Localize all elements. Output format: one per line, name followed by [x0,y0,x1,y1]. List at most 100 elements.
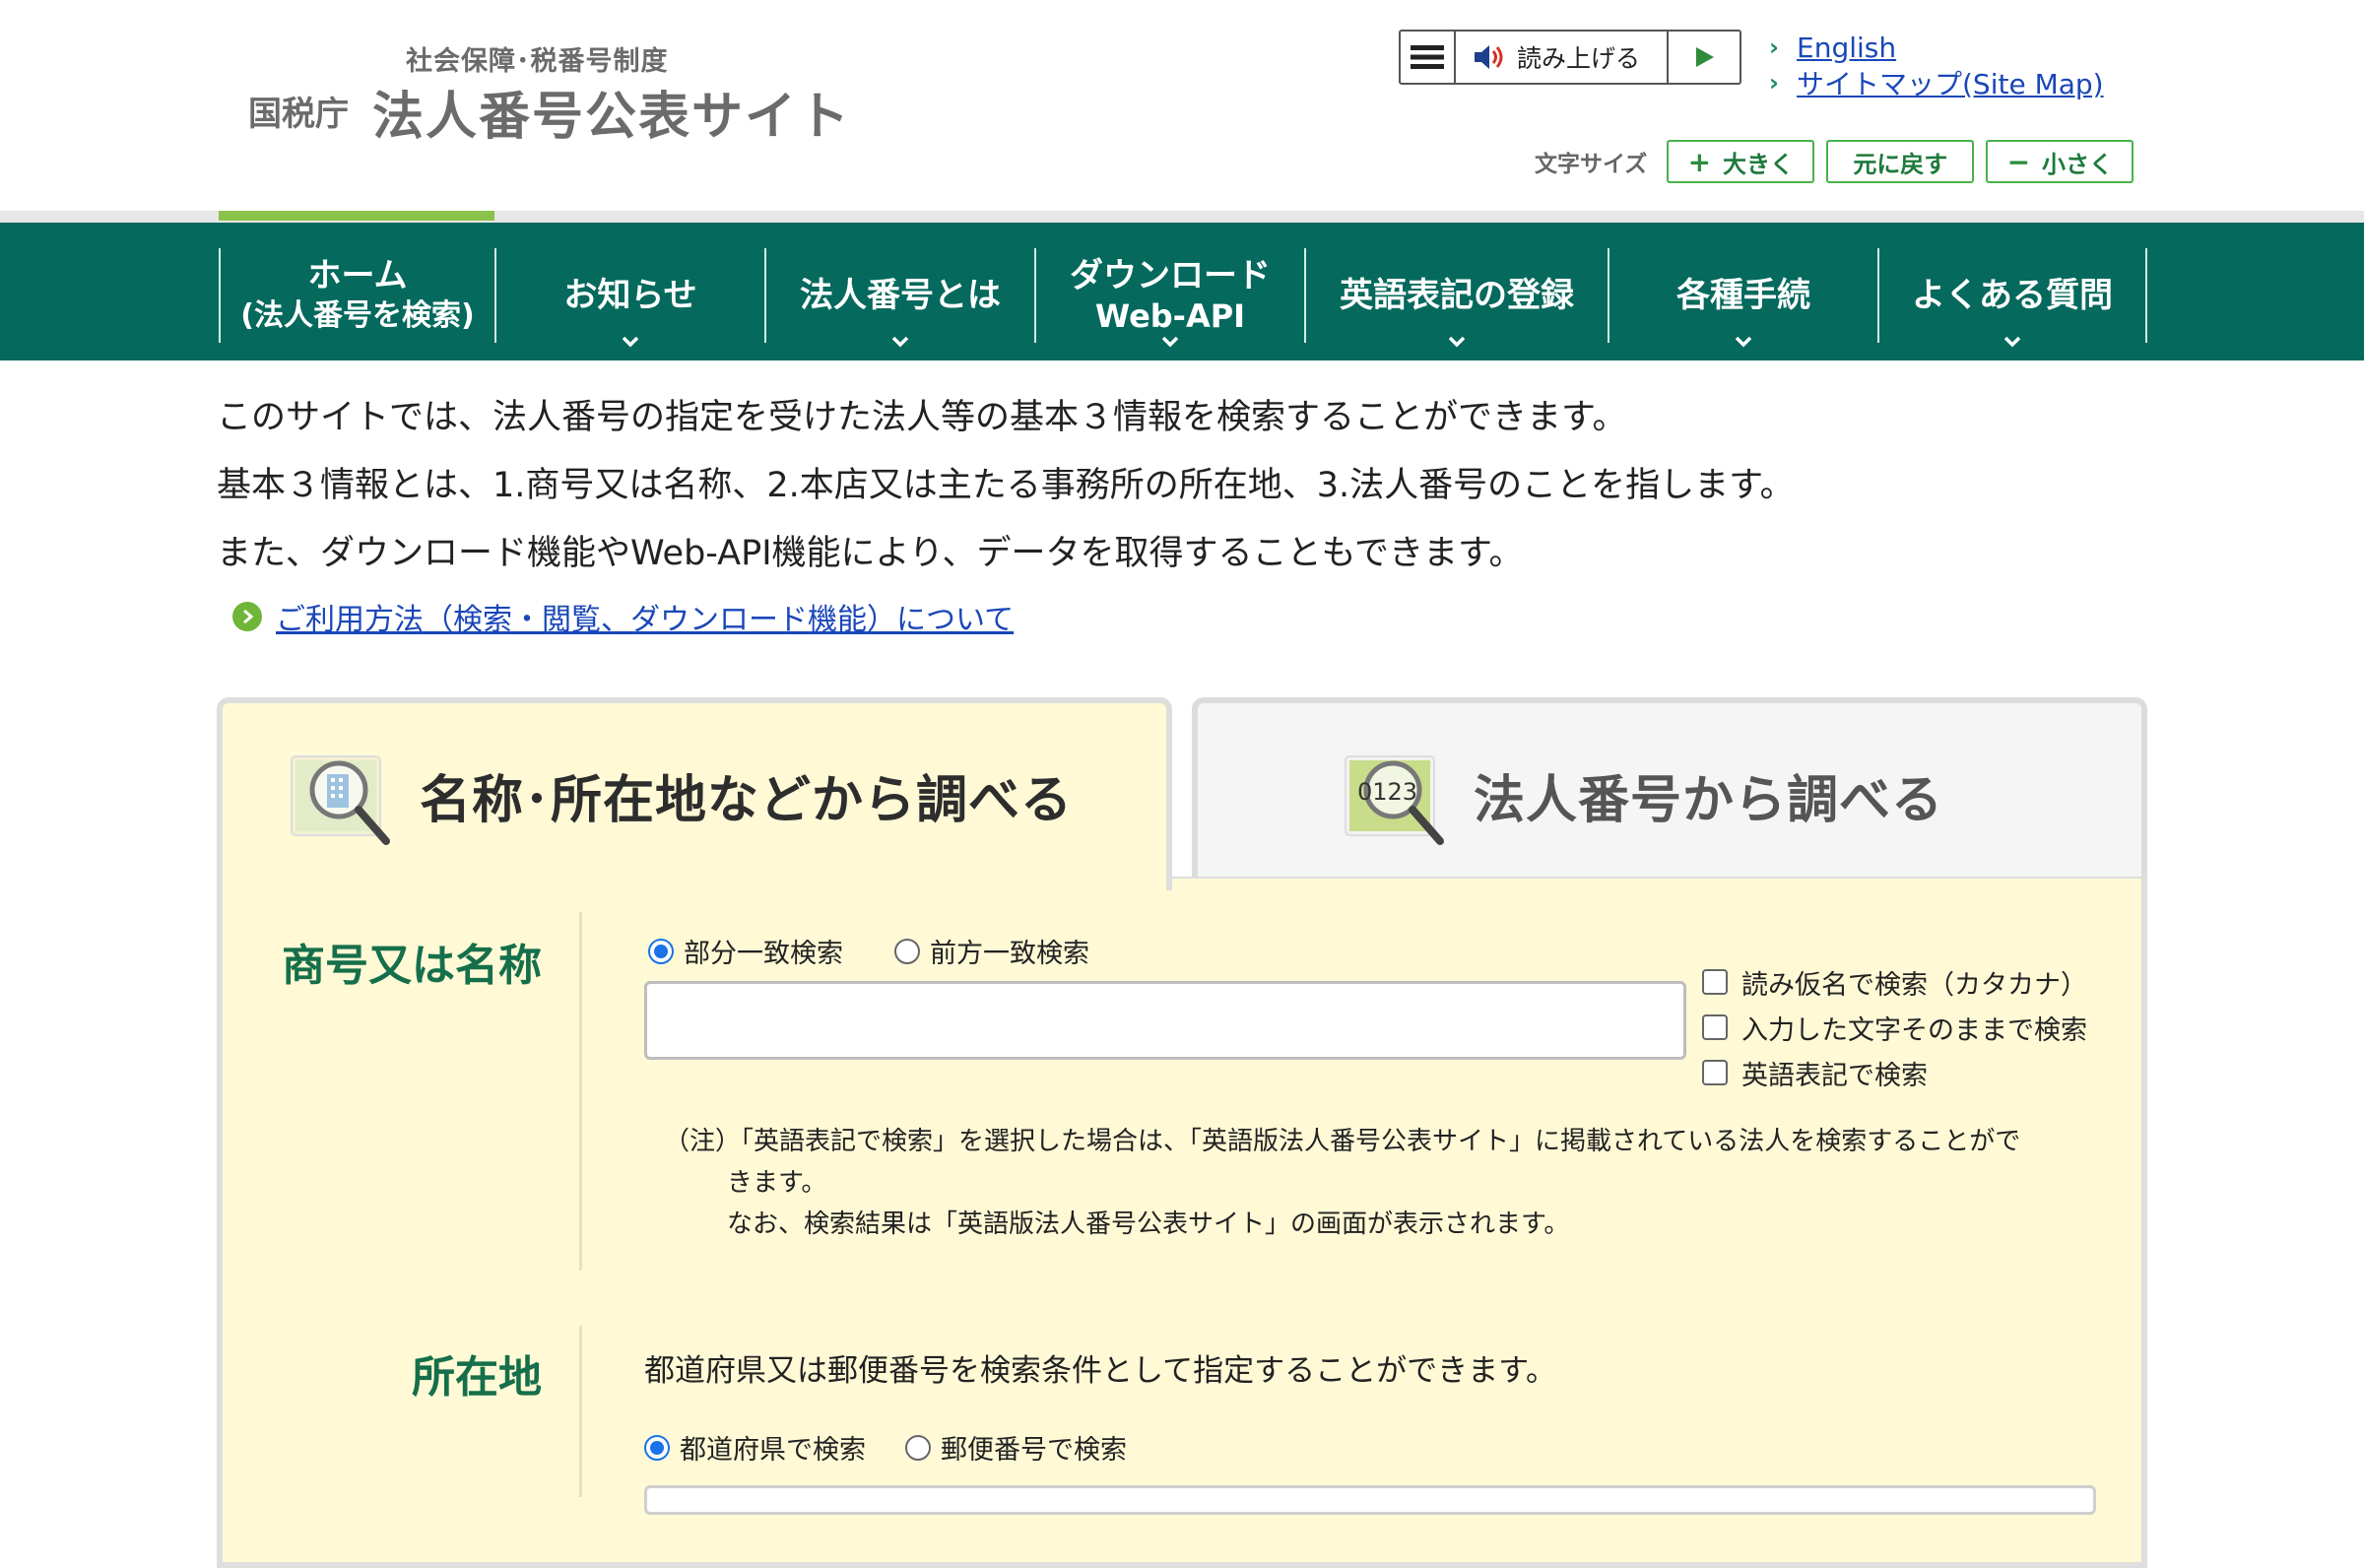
radio-selected-icon [644,1434,670,1461]
font-size-label: 文字サイズ [1535,152,1648,177]
chevron-down-icon [2003,336,2021,348]
radio-label: 前方一致検索 [930,939,1089,969]
postal-code-radio[interactable]: 郵便番号で検索 [905,1428,1127,1467]
nav-item-about[interactable]: 法人番号とは [764,248,1034,348]
font-larger-label: 大きく [1723,150,1795,178]
tab-label: 名称･所在地などから調べる [420,771,1074,830]
read-aloud-button[interactable]: 読み上げる [1456,32,1669,83]
note-line: きます。 [727,1168,827,1198]
nav-item-english-registration[interactable]: 英語表記の登録 [1304,248,1608,348]
minus-icon: − [2006,145,2031,178]
logo-site-name: 法人番号公表サイト [372,88,852,147]
nav-item-home[interactable]: ホーム (法人番号を検索) [219,248,494,343]
font-smaller-button[interactable]: − 小さく [1986,140,2134,183]
prefix-match-radio[interactable]: 前方一致検索 [894,932,1089,970]
exact-text-checkbox[interactable]: 入力した文字そのままで検索 [1702,1005,2087,1050]
checkbox-label: 英語表記で検索 [1741,1060,1928,1091]
radio-label: 都道府県で検索 [680,1435,866,1466]
logo-subtitle: 社会保障･税番号制度 [406,46,669,77]
checkbox-icon [1702,1060,1728,1085]
chevron-right-icon: › [1769,33,1779,61]
tab-label: 法人番号から調べる [1474,771,1944,830]
checkbox-icon [1702,969,1728,995]
number-icon-text: 0123 [1357,778,1417,806]
chevron-right-icon: › [1769,69,1779,97]
nav-item-label: 英語表記の登録 [1340,276,1574,315]
chevron-down-icon [1161,336,1179,348]
hamburger-icon [1411,45,1444,69]
intro-line: このサイトでは、法人番号の指定を受けた法人等の基本３情報を検索することができます… [217,398,1627,437]
howto-link-row: ご利用方法（検索・閲覧、ダウンロード機能）について [232,595,1014,638]
location-section-label: 所在地 [412,1352,542,1403]
nav-item-procedures[interactable]: 各種手続 [1608,248,1877,348]
chevron-down-icon [622,336,639,348]
sitemap-link[interactable]: サイトマップ(Site Map) [1797,63,2104,102]
nav-item-news[interactable]: お知らせ [494,248,764,348]
name-section-label: 商号又は名称 [282,941,542,991]
english-link-item: › English [1769,30,2104,65]
play-button[interactable] [1669,32,1740,83]
sitemap-link-item: › サイトマップ(Site Map) [1769,65,2104,100]
intro-line: 基本３情報とは、1.商号又は名称、2.本店又は主たる事務所の所在地、3.法人番号… [217,466,1795,505]
site-header: 社会保障･税番号制度 国税庁 法人番号公表サイト 読み上げる › English… [0,0,2364,211]
radio-label: 郵便番号で検索 [941,1435,1127,1466]
prefecture-radio[interactable]: 都道府県で検索 [644,1428,866,1467]
kana-search-checkbox[interactable]: 読み仮名で検索（カタカナ） [1702,959,2087,1005]
logo-agency: 国税庁 [248,95,349,134]
howto-link[interactable]: ご利用方法（検索・閲覧、ダウンロード機能）について [276,595,1014,638]
checkbox-label: 読み仮名で検索（カタカナ） [1741,969,2087,1001]
english-search-note: （注）「英語表記で検索」を選択した場合は、「英語版法人番号公表サイト」に掲載され… [664,1121,2102,1245]
tab-search-by-name[interactable]: 名称･所在地などから調べる [217,697,1172,890]
font-larger-button[interactable]: + 大きく [1667,140,1815,183]
radio-unselected-icon [905,1434,931,1461]
header-links: › English › サイトマップ(Site Map) [1769,30,2104,101]
checkbox-icon [1702,1014,1728,1040]
speech-toolbar: 読み上げる [1399,30,1741,85]
font-reset-button[interactable]: 元に戻す [1826,140,1975,183]
nav-item-label: お知らせ [563,276,697,315]
note-line: （注）「英語表記で検索」を選択した場合は、「英語版法人番号公表サイト」に掲載され… [664,1127,2021,1156]
nav-item-sublabel: (法人番号を検索) [240,298,475,333]
nav-active-indicator [219,211,494,221]
building-search-icon [291,755,390,845]
font-size-controls: 文字サイズ + 大きく 元に戻す − 小さく [1535,140,2134,183]
arrow-circle-icon [232,602,262,631]
speech-menu-button[interactable] [1401,32,1456,83]
plus-icon: + [1687,145,1712,178]
nav-item-faq[interactable]: よくある質問 [1877,248,2147,348]
radio-selected-icon [648,938,674,964]
checkbox-label: 入力した文字そのままで検索 [1741,1014,2087,1046]
name-search-input[interactable] [644,981,1686,1060]
location-description: 都道府県又は郵便番号を検索条件として指定することができます。 [644,1353,1556,1389]
location-select[interactable] [644,1485,2096,1515]
tab-search-by-number[interactable]: 0123 法人番号から調べる [1192,697,2147,882]
nav-item-label: 各種手続 [1676,276,1810,315]
partial-match-radio[interactable]: 部分一致検索 [648,932,843,970]
chevron-down-icon [1735,336,1752,348]
note-line: なお、検索結果は「英語版法人番号公表サイト」の画面が表示されます。 [727,1209,1570,1239]
match-type-radios: 部分一致検索 前方一致検索 [648,932,1141,970]
play-icon [1696,47,1714,67]
font-smaller-label: 小さく [2042,150,2114,178]
nav-item-sublabel: Web-API [1094,297,1246,335]
radio-label: 部分一致検索 [684,939,843,969]
nav-item-label: ホーム [307,256,408,295]
row-divider [579,1326,582,1497]
english-name-checkbox[interactable]: 英語表記で検索 [1702,1050,2087,1095]
font-reset-label: 元に戻す [1853,150,1948,178]
nav-item-label: ダウンロード [1070,256,1271,295]
number-search-icon: 0123 [1345,755,1444,845]
nav-item-label: 法人番号とは [800,276,1001,315]
read-aloud-label: 読み上げる [1517,44,1641,73]
nav-item-download[interactable]: ダウンロード Web-API [1034,248,1304,348]
intro-line: また、ダウンロード機能やWeb-API機能により、データを取得することもできます… [217,534,1524,573]
chevron-down-icon [891,336,909,348]
global-nav: ホーム (法人番号を検索) お知らせ 法人番号とは ダウンロード Web-API… [0,223,2364,360]
chevron-down-icon [1448,336,1466,348]
radio-unselected-icon [894,938,920,964]
speaker-icon [1475,45,1503,69]
intro-text: このサイトでは、法人番号の指定を受けた法人等の基本３情報を検索することができます… [217,384,1795,588]
english-link[interactable]: English [1797,32,1896,64]
nav-item-label: よくある質問 [1912,276,2113,315]
name-search-options: 読み仮名で検索（カタカナ） 入力した文字そのままで検索 英語表記で検索 [1702,959,2087,1095]
